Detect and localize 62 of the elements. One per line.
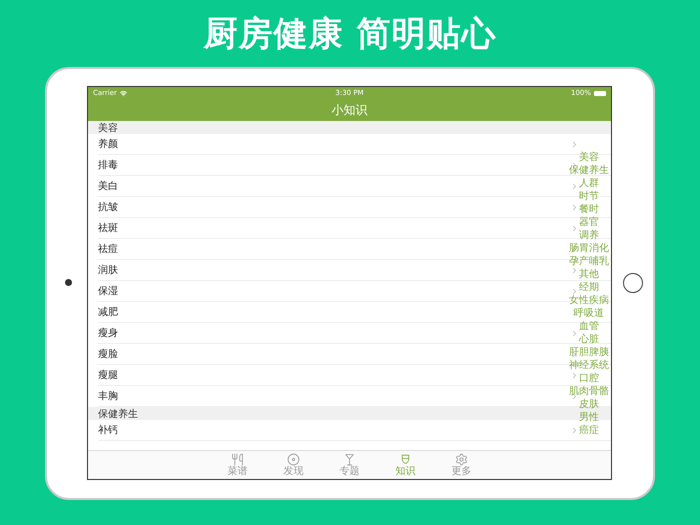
index-item[interactable]: 器官: [579, 216, 599, 229]
list-item[interactable]: 减肥: [98, 305, 118, 319]
index-item[interactable]: 人群: [579, 177, 599, 190]
index-item[interactable]: 心脏: [579, 333, 599, 346]
chevron-icon: [570, 370, 579, 380]
chevron-icon: [570, 286, 579, 296]
index-item[interactable]: 皮肤: [579, 398, 599, 411]
index-item[interactable]: 血管: [579, 320, 599, 333]
chevron-icon: [570, 266, 579, 274]
list-item[interactable]: 保湿: [98, 284, 118, 298]
list-item[interactable]: 养颜: [98, 137, 118, 151]
index-item[interactable]: 癌症: [579, 424, 599, 437]
index-item[interactable]: 口腔: [579, 372, 599, 385]
list-item[interactable]: 补钙: [98, 423, 118, 437]
index-item[interactable]: 经期: [579, 281, 599, 294]
index-item[interactable]: 其他: [579, 268, 599, 281]
headline: 厨房健康 简明贴心: [204, 12, 496, 56]
list-item[interactable]: 祛痘: [98, 242, 118, 256]
index-item[interactable]: 肠胃消化: [569, 242, 609, 255]
battery-icon: [594, 90, 606, 96]
index-item[interactable]: 时节: [579, 190, 599, 203]
index-item[interactable]: 肌肉骨骼: [569, 385, 609, 398]
cocktail-icon: [343, 453, 356, 466]
list-item[interactable]: 瘦身: [98, 326, 118, 340]
index-item[interactable]: 保健养生: [569, 164, 609, 177]
index-item[interactable]: 男性: [579, 411, 599, 424]
chevron-icon: [570, 328, 579, 338]
wifi-icon: [120, 90, 127, 96]
index-item[interactable]: 神经系统: [569, 359, 609, 372]
list-item[interactable]: 丰胸: [98, 389, 118, 403]
list-item[interactable]: 祛斑: [98, 221, 118, 235]
tab[interactable]: 更多: [442, 451, 480, 479]
chevron-icon: [570, 202, 579, 212]
list-item[interactable]: 润肤: [98, 263, 118, 277]
section-header: 美容: [88, 121, 611, 134]
index-item[interactable]: 餐时: [579, 203, 599, 216]
list-item[interactable]: 瘦腿: [98, 368, 118, 382]
tab[interactable]: 专题: [330, 451, 368, 479]
disc-icon: [287, 453, 300, 466]
chevron-icon: [570, 140, 579, 148]
index-item[interactable]: 肝胆脾胰: [569, 346, 609, 359]
camera-icon: [65, 279, 72, 286]
index-item[interactable]: 呼吸道: [574, 307, 604, 320]
index-item[interactable]: 女性疾病: [569, 294, 609, 307]
index-item[interactable]: 美容: [579, 151, 599, 164]
chevron-icon: [570, 224, 579, 232]
home-button[interactable]: [623, 273, 643, 293]
nav-title: 小知识: [332, 102, 368, 118]
chevron-icon: [570, 426, 579, 434]
list-item[interactable]: 美白: [98, 179, 118, 193]
tab[interactable]: 菜谱: [218, 451, 256, 479]
index-item[interactable]: 孕产哺乳: [569, 255, 609, 268]
list-item[interactable]: 抗皱: [98, 200, 118, 214]
tab[interactable]: 发现: [274, 451, 312, 479]
list-item[interactable]: 瘦脸: [98, 347, 118, 361]
cutlery-icon: [231, 453, 244, 466]
index-item[interactable]: 调养: [579, 229, 599, 242]
tab[interactable]: 知识: [386, 451, 424, 479]
list-item[interactable]: 排毒: [98, 158, 118, 172]
chevron-icon: [570, 182, 579, 190]
gear-icon: [455, 453, 468, 466]
chef-icon: [399, 453, 412, 466]
